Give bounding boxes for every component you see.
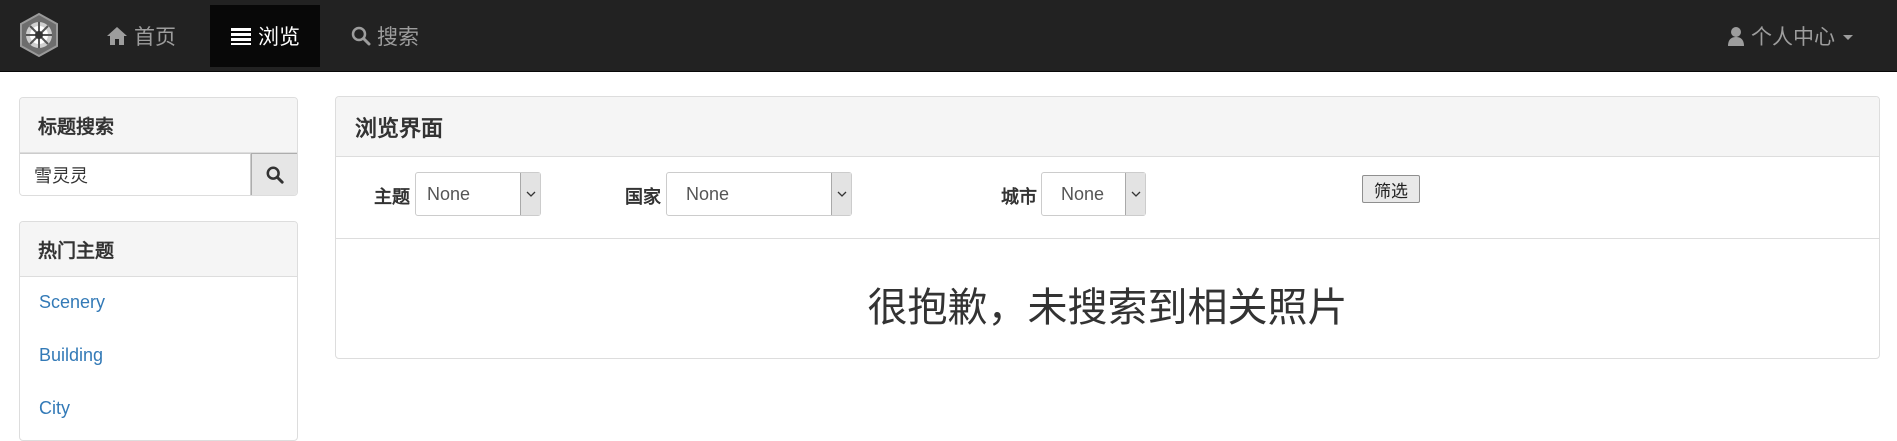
title-search-button[interactable] — [251, 153, 297, 195]
nav-home-label: 首页 — [134, 25, 176, 49]
user-center-label: 个人中心 — [1751, 25, 1835, 49]
city-select[interactable]: None — [1041, 172, 1146, 216]
chevron-down-icon — [1125, 173, 1145, 215]
title-search-input[interactable] — [20, 153, 251, 195]
browse-heading: 浏览界面 — [336, 97, 1879, 157]
home-icon — [107, 26, 127, 45]
chevron-down-icon — [831, 173, 851, 215]
topic-link-building[interactable]: Building — [39, 345, 103, 366]
title-search-panel: 标题搜索 — [19, 97, 298, 196]
country-select-value: None — [686, 184, 730, 204]
emblem-logo-icon[interactable] — [18, 12, 60, 58]
filter-form: 主题 None 国家 None 城市 None 筛选 — [336, 157, 1879, 239]
topic-select-value: None — [427, 184, 471, 204]
nav-browse-label: 浏览 — [258, 26, 300, 49]
topic-link-city[interactable]: City — [39, 398, 70, 419]
user-icon — [1728, 26, 1744, 46]
search-icon — [351, 26, 371, 45]
title-search-heading: 标题搜索 — [20, 98, 297, 153]
empty-result-message: 很抱歉，未搜索到相关照片 — [867, 286, 1348, 330]
nav-search-label: 搜索 — [377, 25, 419, 49]
country-select[interactable]: None — [666, 172, 852, 216]
hot-topics-heading: 热门主题 — [20, 222, 297, 277]
topic-select[interactable]: None — [415, 172, 541, 216]
browse-panel: 浏览界面 主题 None 国家 None 城市 None 筛选 很抱歉，未搜索到… — [335, 96, 1880, 359]
chevron-down-icon — [520, 173, 540, 215]
hot-topics-panel: 热门主题 Scenery Building City — [19, 221, 298, 441]
country-filter-label: 国家 — [625, 187, 661, 207]
filter-submit-button[interactable]: 筛选 — [1362, 175, 1420, 203]
top-navbar: 首页 浏览 搜索 个人中心 — [0, 0, 1897, 72]
list-icon — [231, 28, 251, 45]
caret-down-icon — [1843, 34, 1853, 40]
city-select-value: None — [1061, 184, 1105, 204]
nav-search[interactable]: 搜索 — [331, 0, 439, 71]
title-search-row — [20, 153, 297, 195]
nav-home[interactable]: 首页 — [86, 0, 196, 71]
nav-browse[interactable]: 浏览 — [210, 5, 320, 67]
city-filter-label: 城市 — [1001, 187, 1037, 207]
search-icon — [266, 166, 284, 184]
user-center-dropdown[interactable]: 个人中心 — [1707, 0, 1873, 71]
topic-filter-label: 主题 — [374, 187, 410, 207]
topic-link-scenery[interactable]: Scenery — [39, 292, 105, 313]
